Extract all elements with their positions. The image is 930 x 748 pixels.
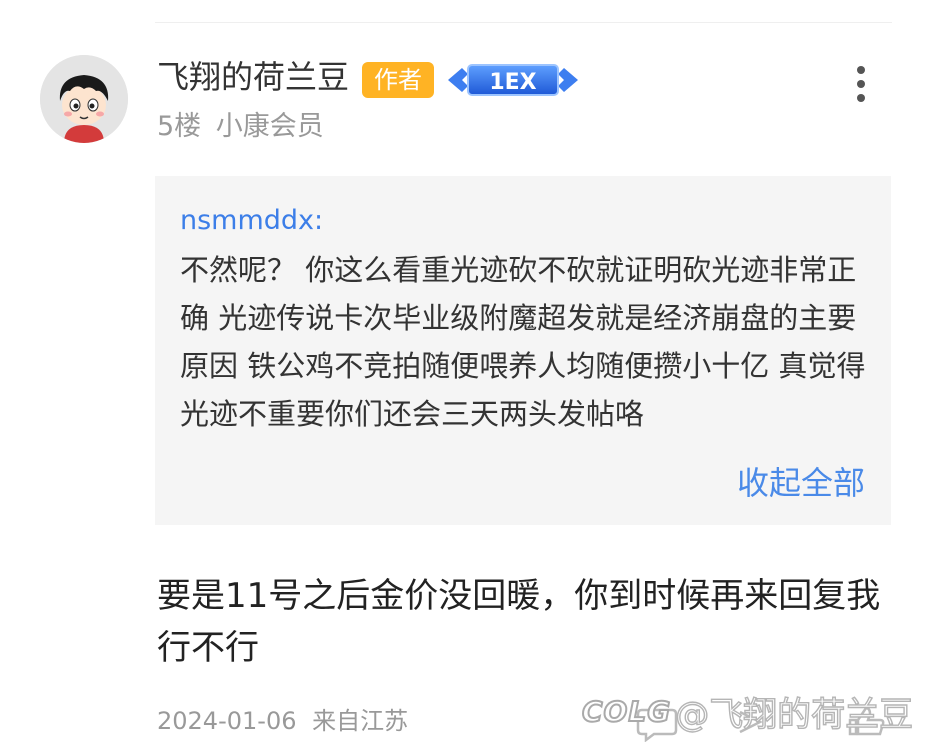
floor-number: 5楼 (157, 111, 202, 142)
post-meta: 5楼 小康会员 (157, 109, 324, 145)
author-badge: 作者 (362, 62, 434, 98)
share-icon[interactable] (739, 710, 763, 734)
post-location: 来自江苏 (312, 707, 409, 735)
reply-text: 要是11号之后金价没回暖，你到时候再来回复我行不行 (157, 576, 881, 668)
post-date: 2024-01-06 (157, 707, 297, 735)
footer-actions (620, 702, 890, 743)
comment-page: 飞翔的荷兰豆 作者 1EX 5楼 小康会员 nsmmddx: 不然呢？ 你这么看… (0, 0, 930, 748)
level-badge-label: 1EX (489, 70, 536, 95)
username[interactable]: 飞翔的荷兰豆 (157, 57, 349, 97)
level-badge: 1EX (446, 60, 580, 100)
thumb-up-icon[interactable] (848, 706, 885, 736)
collapse-all-button[interactable]: 收起全部 (737, 463, 865, 503)
comment-icon[interactable] (636, 708, 678, 743)
member-level: 小康会员 (215, 111, 324, 142)
divider (155, 22, 892, 23)
quote-text: 不然呢？ 你这么看重光迹砍不砍就证明砍光迹非常正确 光迹传说卡次毕业级附魔超发就… (180, 253, 866, 431)
more-vertical-icon[interactable] (842, 62, 880, 106)
avatar[interactable] (40, 55, 128, 143)
quote-author[interactable]: nsmmddx: (180, 202, 867, 240)
quoted-reply: nsmmddx: 不然呢？ 你这么看重光迹砍不砍就证明砍光迹非常正确 光迹传说卡… (155, 176, 891, 525)
post-footer: 2024-01-06 来自江苏 (157, 703, 408, 739)
more-button[interactable] (842, 62, 880, 106)
